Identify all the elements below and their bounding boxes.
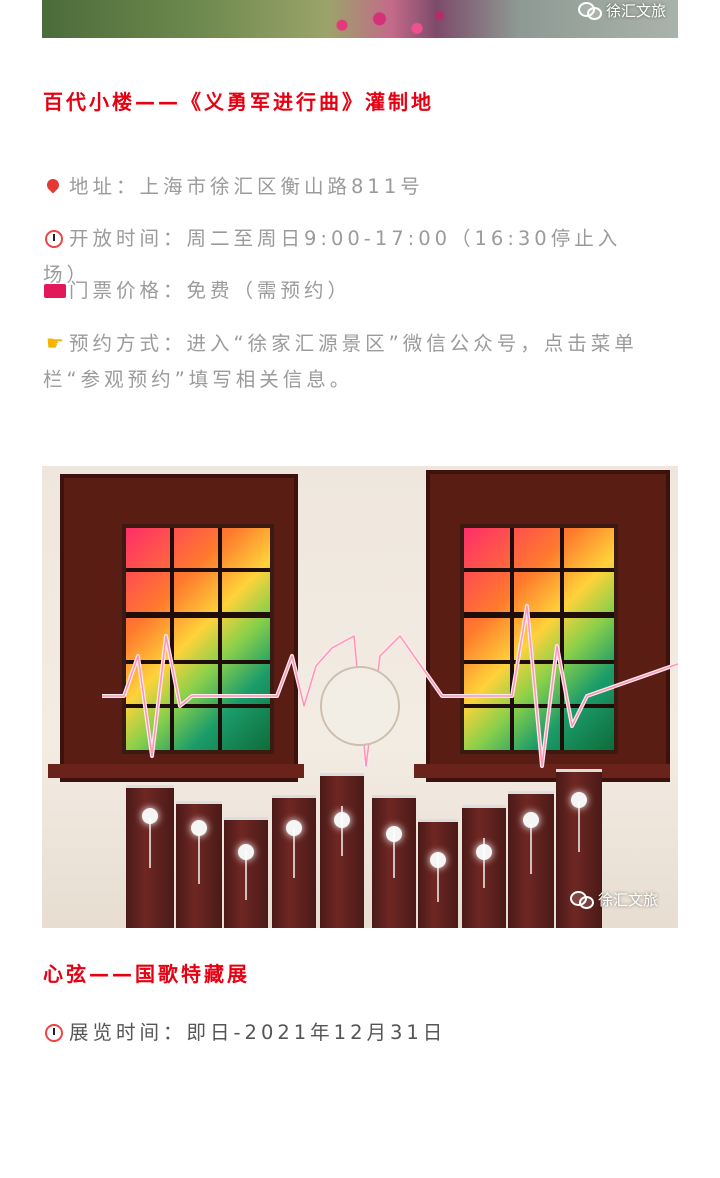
booking-text: 预约方式：进入“徐家汇源景区”微信公众号，点击菜单栏“参观预约”填写相关信息。: [43, 332, 638, 391]
exhibition-dates-line: 展览时间：即日-2021年12月31日: [43, 1015, 653, 1051]
display-plinth: [462, 805, 506, 928]
wechat-icon: [577, 1, 602, 20]
wechat-icon: [569, 890, 594, 909]
watermark-text: 徐汇文旅: [597, 891, 658, 909]
ticket-icon: [43, 273, 69, 309]
flower-bed: [312, 6, 462, 38]
alarm-clock-icon: [43, 221, 69, 257]
pointing-hand-icon: ☛: [46, 331, 64, 355]
section-title: 心弦——国歌特藏展: [43, 962, 250, 986]
alarm-clock-icon: [43, 1015, 69, 1051]
booking-line: ☛ 预约方式：进入“徐家汇源景区”微信公众号，点击菜单栏“参观预约”填写相关信息。: [43, 325, 653, 398]
ticket-line: 门票价格：免费（需预约）: [43, 273, 653, 309]
display-plinth: [418, 819, 458, 928]
display-plinth: [320, 773, 364, 928]
section-title: 百代小楼——《义勇军进行曲》灌制地: [43, 90, 434, 114]
watermark-text: 徐汇文旅: [605, 2, 666, 20]
photo-watermark: 徐汇文旅: [569, 889, 658, 910]
display-plinth: [372, 795, 416, 928]
address-text: 地址：上海市徐汇区衡山路811号: [69, 175, 424, 198]
pin-icon: [43, 169, 69, 205]
exhibition-photo: 徐汇文旅: [42, 466, 678, 928]
top-photo: 徐汇文旅: [42, 0, 678, 38]
display-plinth: [224, 817, 268, 928]
exhibition-dates-text: 展览时间：即日-2021年12月31日: [69, 1021, 447, 1044]
exhibit-sign: [320, 666, 400, 746]
display-plinth: [508, 791, 554, 928]
ticket-text: 门票价格：免费（需预约）: [69, 279, 352, 302]
display-plinth: [126, 785, 174, 928]
display-plinth: [272, 795, 316, 928]
address-line: 地址：上海市徐汇区衡山路811号: [43, 169, 653, 205]
photo-watermark: 徐汇文旅: [577, 0, 666, 21]
display-plinth: [176, 801, 222, 928]
